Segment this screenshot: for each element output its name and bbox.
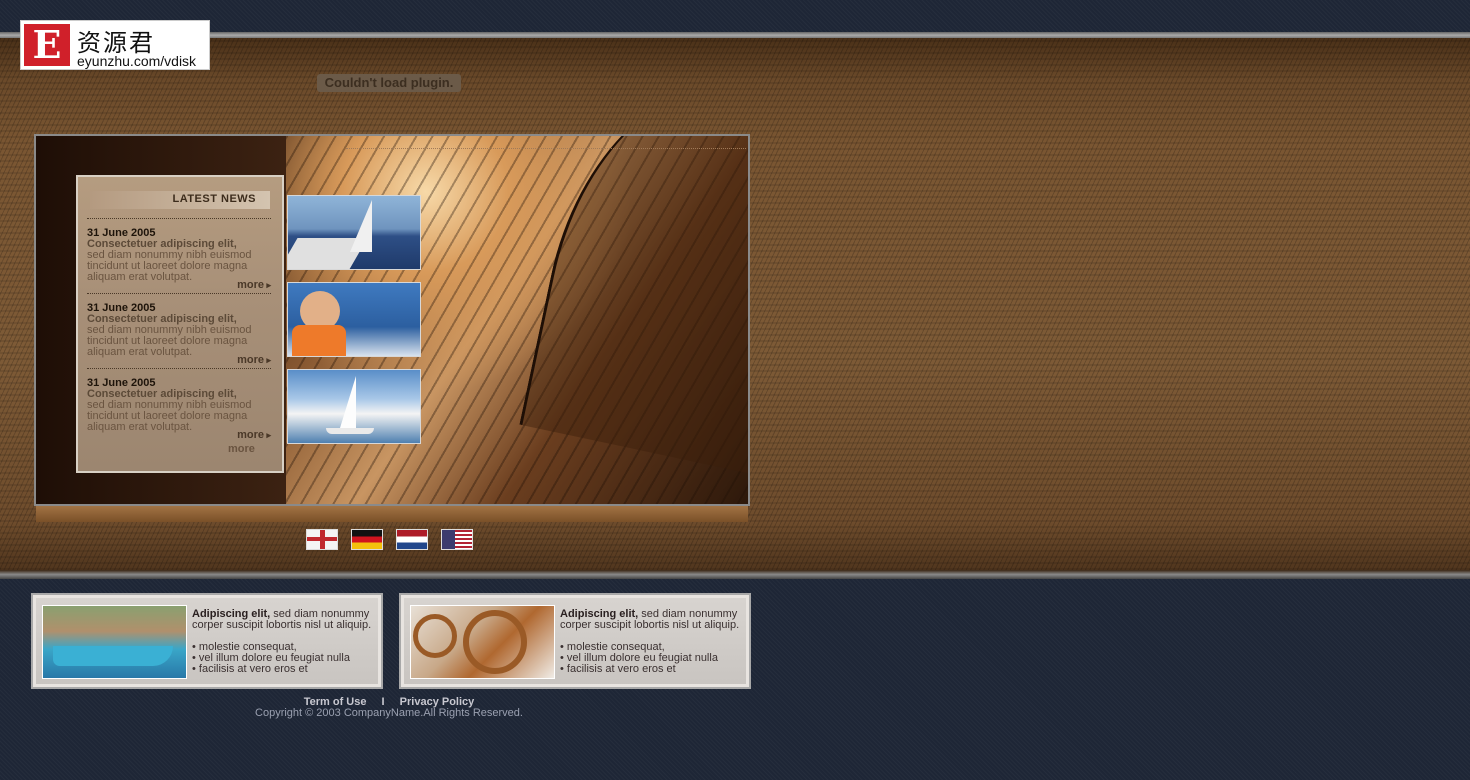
feature-bullet: • facilisis at vero eros et — [560, 663, 676, 675]
plugin-error-message: Couldn't load plugin. — [317, 74, 461, 92]
feature-box-harbor: Adipiscing elit, sed diam nonummy corper… — [31, 593, 383, 689]
sailing-deck-thumbnail[interactable] — [287, 195, 421, 270]
boat-shape — [53, 646, 173, 666]
feature-text: Adipiscing elit, sed diam nonummy corper… — [560, 609, 740, 675]
latest-news-panel: LATEST NEWS 31 June 2005 Consectetuer ad… — [76, 175, 284, 473]
sailor-portrait-thumbnail[interactable] — [287, 282, 421, 357]
site-logo[interactable]: E 资源君 eyunzhu.com/vdisk — [20, 20, 210, 70]
feature-bullet: • facilisis at vero eros et — [192, 663, 308, 675]
small-wheel-shape — [413, 614, 457, 658]
us-flag-icon[interactable] — [441, 529, 473, 550]
germany-flag-icon[interactable] — [351, 529, 383, 550]
news-more-link[interactable]: more — [237, 429, 271, 441]
wheel-shape — [463, 610, 527, 674]
life-vest-shape — [292, 325, 346, 356]
copyright-text: Copyright © 2003 CompanyName.All Rights … — [255, 707, 523, 719]
netherlands-flag-icon[interactable] — [396, 529, 428, 550]
news-more-link[interactable]: more — [237, 279, 271, 291]
news-item: 31 June 2005 Consectetuer adipiscing eli… — [87, 293, 271, 366]
harbor-boat-image[interactable] — [42, 605, 187, 679]
news-title: LATEST NEWS — [172, 193, 256, 205]
news-more-link[interactable]: more — [237, 354, 271, 366]
bottom-band-edge — [0, 570, 1470, 579]
news-item: 31 June 2005 Consectetuer adipiscing eli… — [87, 218, 271, 291]
feature-bullets: • molestie consequat, • vel illum dolore… — [192, 642, 372, 675]
hull-shape — [326, 428, 374, 434]
feature-box-wheel: Adipiscing elit, sed diam nonummy corper… — [399, 593, 751, 689]
logo-url: eyunzhu.com/vdisk — [77, 53, 197, 69]
news-item: 31 June 2005 Consectetuer adipiscing eli… — [87, 368, 271, 441]
hero-dotted-divider — [346, 148, 746, 149]
news-header: LATEST NEWS — [90, 191, 270, 209]
logo-mark: E — [24, 24, 70, 66]
ship-wheel-image[interactable] — [410, 605, 555, 679]
uk-flag-icon[interactable] — [306, 529, 338, 550]
feature-text: Adipiscing elit, sed diam nonummy corper… — [192, 609, 372, 675]
hero-bottom-bar — [36, 506, 748, 522]
sail-shape — [350, 200, 372, 252]
feature-bullets: • molestie consequat, • vel illum dolore… — [560, 642, 740, 675]
sail-shape — [340, 376, 356, 428]
news-ghost-more: more — [228, 443, 255, 455]
sailboat-thumbnail[interactable] — [287, 369, 421, 444]
